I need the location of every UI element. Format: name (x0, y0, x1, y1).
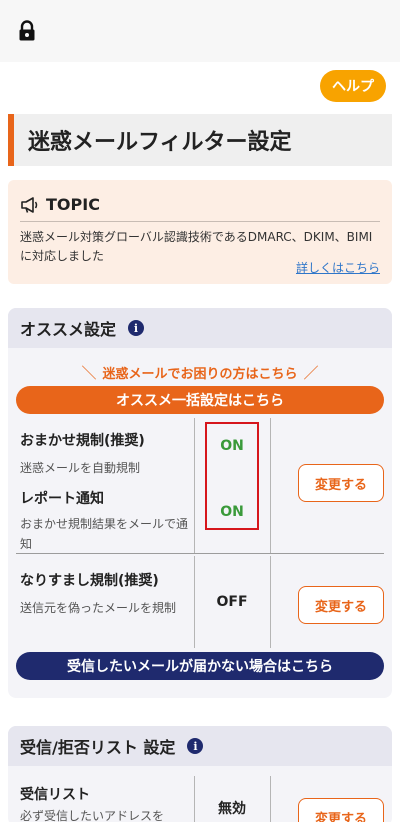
page-title: 迷惑メールフィルター設定 (8, 114, 392, 166)
slash-right: ／ (303, 364, 319, 382)
recommended-settings-title: オススメ設定 (20, 320, 117, 339)
slash-left: ＼ (81, 364, 97, 382)
topic-box: TOPIC 迷惑メール対策グローバル認識技術であるDMARC、DKIM、BIMI… (8, 180, 392, 284)
report-desc: おまかせ規制結果をメールで通知 (20, 517, 189, 551)
trouble-caption-text: 迷惑メールでお困りの方はこちら (102, 367, 298, 382)
list-settings-header: 受信/拒否リスト 設定 i (8, 726, 392, 766)
receive-reject-list-card: 受信/拒否リスト 設定 i 受信リスト 必ず受信したいアドレスを 無効 変更する (8, 726, 392, 822)
report-title: レポート通知 (20, 491, 104, 507)
recommended-settings-card: オススメ設定 i ＼ 迷惑メールでお困りの方はこちら／ オススメ一括設定はこちら … (8, 308, 392, 698)
receive-list-row: 受信リスト 必ず受信したいアドレスを 無効 変更する (16, 776, 384, 822)
column-divider (270, 418, 271, 553)
status-bar (0, 0, 400, 62)
column-divider (270, 776, 271, 822)
help-button[interactable]: ヘルプ (320, 70, 386, 102)
omakase-change-button[interactable]: 変更する (298, 464, 384, 502)
receive-list-change-button[interactable]: 変更する (298, 798, 384, 822)
narisumashi-status: OFF (216, 594, 248, 610)
omakase-desc: 迷惑メールを自動規制 (20, 461, 141, 475)
narisumashi-row: なりすまし規制(推奨) 送信元を偽ったメールを規制 OFF 変更する (16, 556, 384, 648)
status-highlight (205, 422, 259, 530)
receive-list-title: 受信リスト (20, 787, 90, 803)
receive-list-desc: 必ず受信したいアドレスを (20, 809, 165, 822)
info-icon[interactable]: i (128, 320, 145, 336)
narisumashi-change-button[interactable]: 変更する (298, 586, 384, 624)
list-settings-title: 受信/拒否リスト 設定 (20, 738, 176, 757)
topic-details-link[interactable]: 詳しくはこちら (296, 259, 380, 276)
narisumashi-desc: 送信元を偽ったメールを規制 (20, 601, 177, 615)
not-receiving-button[interactable]: 受信したいメールが届かない場合はこちら (16, 652, 384, 680)
omakase-title: おまかせ規制(推奨) (20, 433, 145, 449)
trouble-caption: ＼ 迷惑メールでお困りの方はこちら ／ (8, 362, 392, 383)
recommended-settings-header: オススメ設定 i (8, 308, 392, 348)
receive-list-status: 無効 (218, 801, 246, 817)
omakase-row: おまかせ規制(推奨) 迷惑メールを自動規制 レポート通知 おまかせ規制結果をメー… (16, 418, 384, 554)
megaphone-icon (21, 196, 38, 213)
narisumashi-title: なりすまし規制(推奨) (20, 573, 159, 589)
bulk-recommended-button[interactable]: オススメ一括設定はこちら (16, 386, 384, 414)
lock-icon (19, 20, 35, 41)
info-icon[interactable]: i (187, 738, 204, 754)
column-divider (270, 556, 271, 648)
topic-header: TOPIC (20, 188, 380, 222)
topic-title: TOPIC (46, 195, 100, 214)
